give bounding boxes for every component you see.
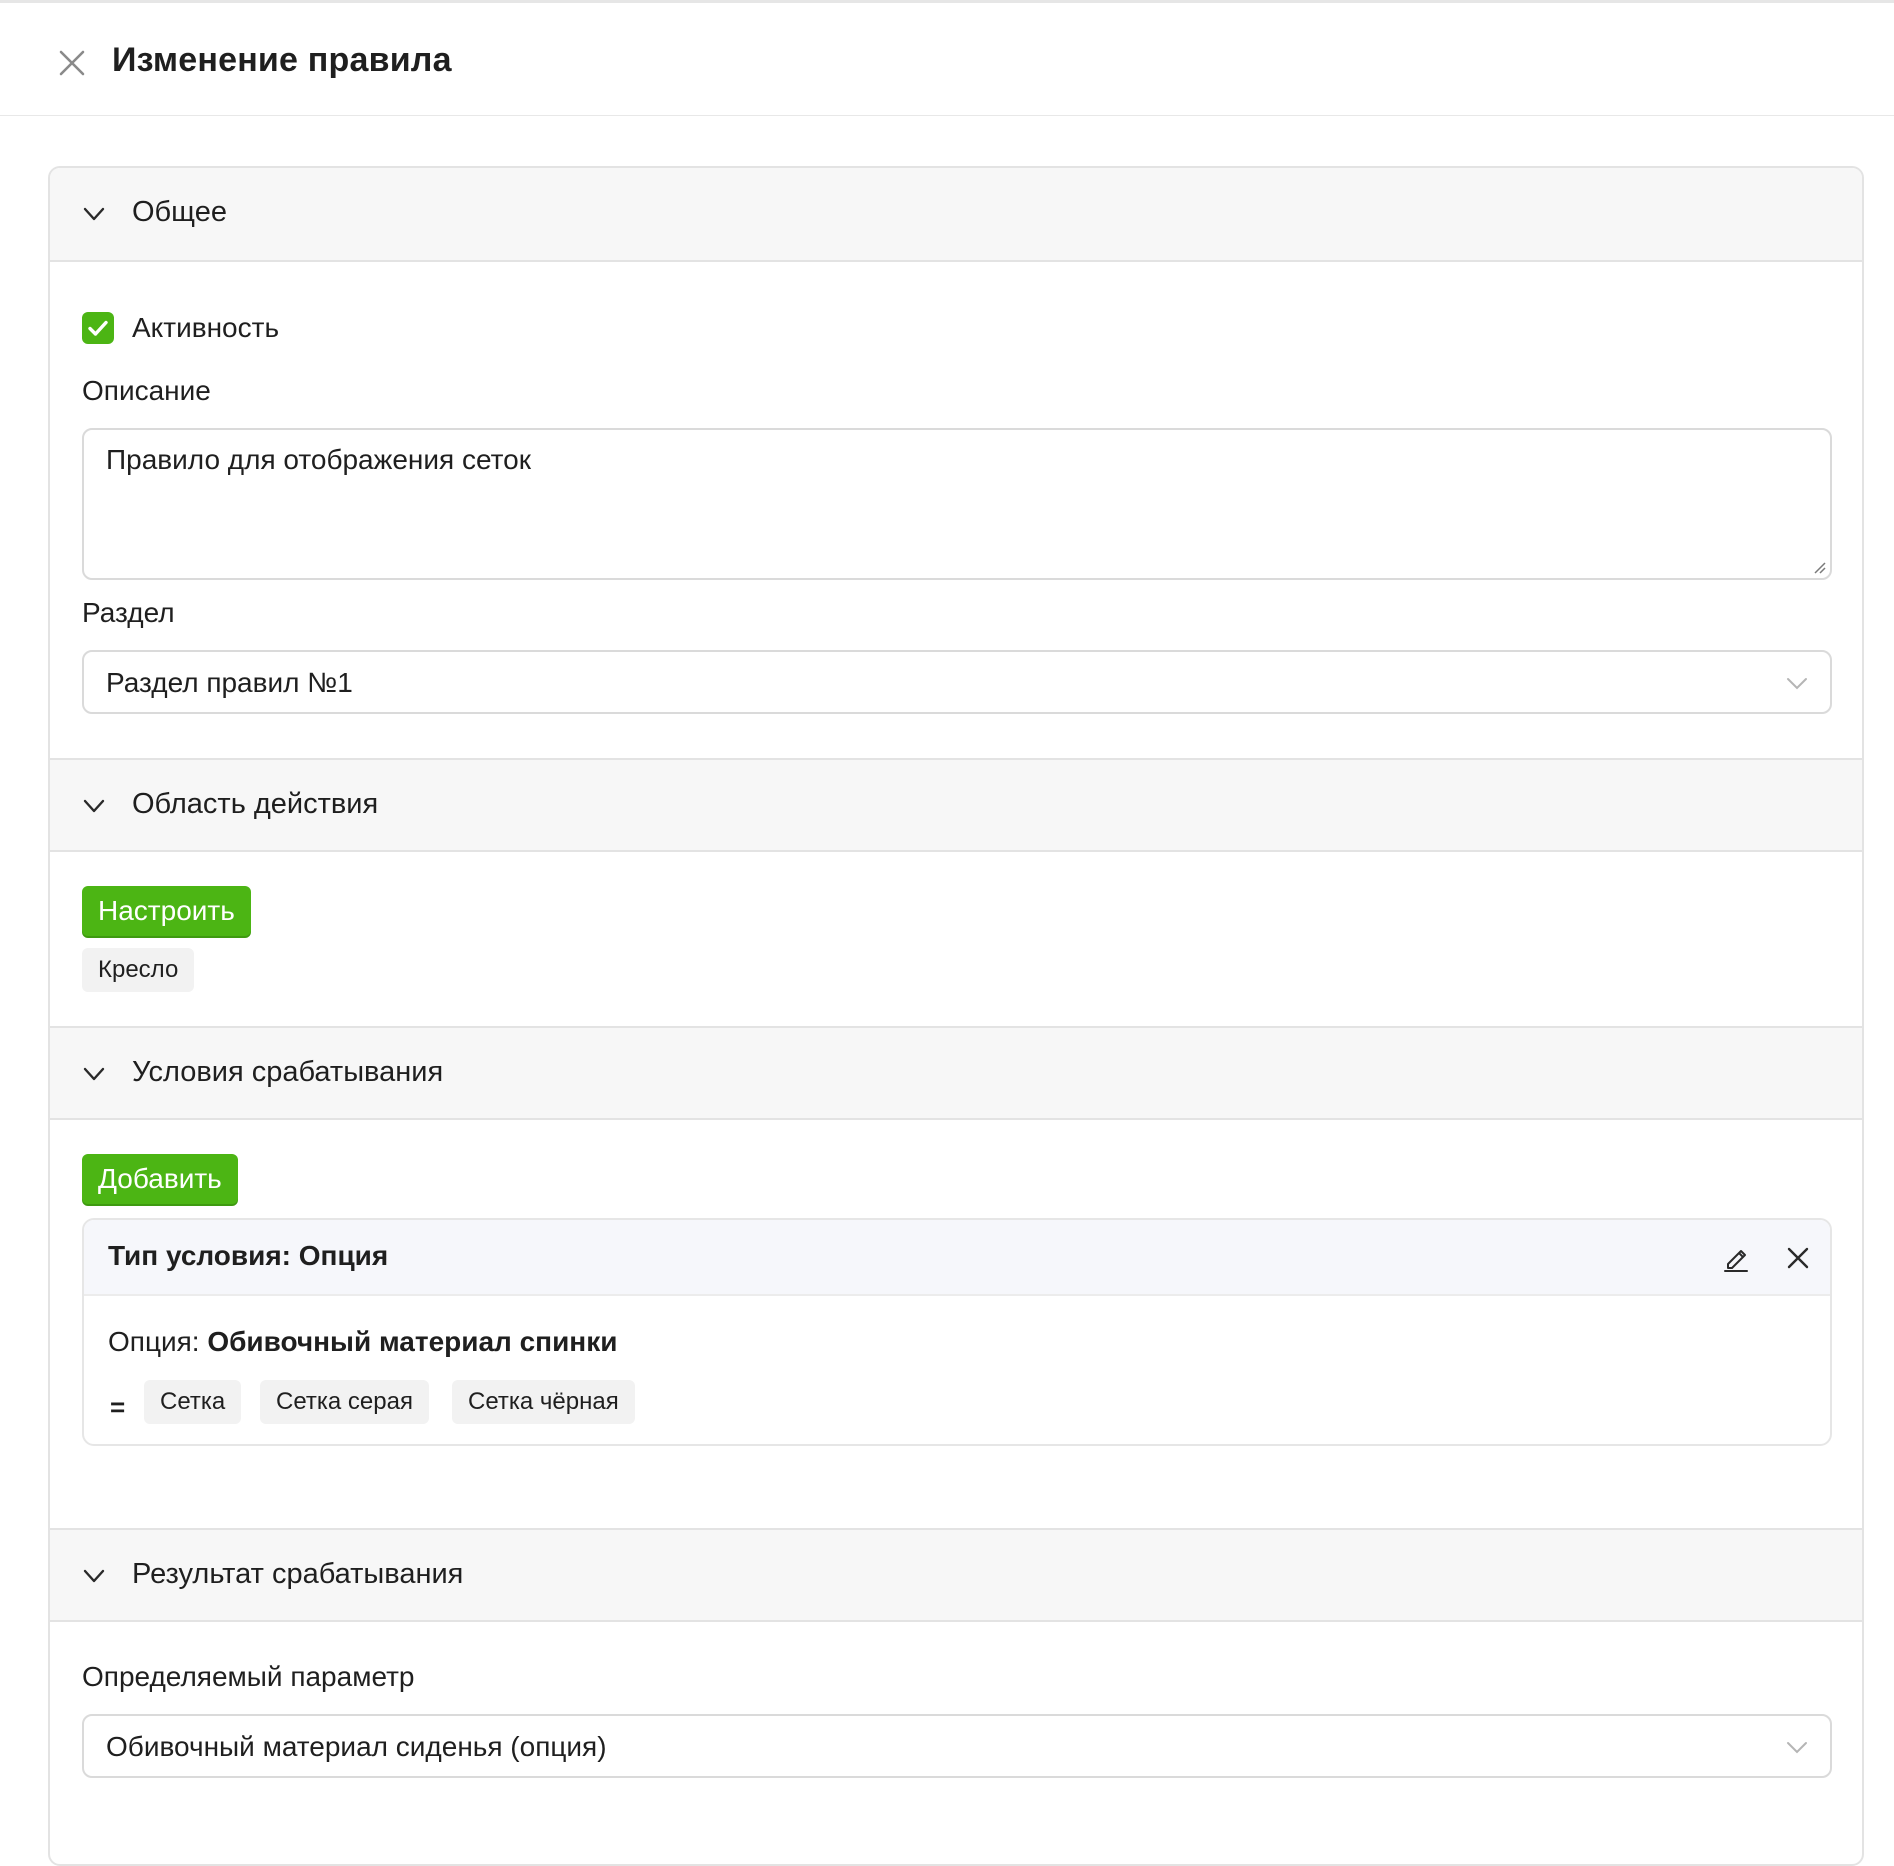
active-checkbox[interactable] [82,312,114,344]
param-select-value: Обивочный материал сиденья (опция) [106,1731,607,1762]
condition-option: Опция: Обивочный материал спинки [108,1326,617,1358]
section-title: Область действия [132,788,379,820]
resize-handle-icon[interactable] [1812,560,1826,574]
description-label: Описание [82,375,211,406]
option-value: Обивочный материал спинки [207,1326,618,1357]
condition-value-tag: Сетка серая [260,1380,429,1424]
rule-form-card: Общее Активность Описание Правило для от… [48,166,1864,1866]
section-select-label: Раздел [82,597,175,628]
condition-value-tag: Сетка [144,1380,242,1424]
description-value: Правило для отображения сеток [106,444,531,475]
section-title: Результат срабатывания [132,1558,464,1590]
condition-header: Тип условия: Опция [84,1220,1830,1296]
condition-value-tag: Сетка чёрная [452,1380,635,1424]
param-select[interactable]: Обивочный материал сиденья (опция) [82,1714,1832,1778]
page-title: Изменение правила [112,41,452,79]
param-label: Определяемый параметр [82,1661,415,1692]
chevron-down-icon [1787,1742,1807,1754]
description-textarea[interactable]: Правило для отображения сеток [82,428,1832,580]
scope-tag: Кресло [82,948,195,992]
chevron-down-icon [83,207,105,221]
chevron-down-icon [1787,678,1807,690]
condition-type-title: Тип условия: Опция [108,1240,389,1271]
chevron-down-icon [83,799,105,813]
section-header-scope[interactable]: Область действия [50,758,1862,852]
configure-button[interactable]: Настроить [82,886,251,936]
chevron-down-icon [83,1067,105,1081]
check-icon [88,320,108,336]
close-icon[interactable] [56,47,88,79]
section-select-value: Раздел правил №1 [106,667,353,698]
operator-equals: = [110,1392,126,1422]
section-header-result[interactable]: Результат срабатывания [50,1528,1862,1622]
section-title: Условия срабатывания [132,1056,444,1088]
edit-icon[interactable] [1720,1242,1752,1274]
section-header-general[interactable]: Общее [50,168,1862,262]
option-label: Опция: [108,1326,200,1357]
chevron-down-icon [83,1569,105,1583]
condition-card: Тип условия: Опция Опция: Обивочный мате… [82,1218,1832,1446]
dialog-header: Изменение правила [0,3,1894,116]
section-select[interactable]: Раздел правил №1 [82,650,1832,714]
section-title: Общее [132,196,227,228]
section-header-conditions[interactable]: Условия срабатывания [50,1026,1862,1120]
active-label[interactable]: Активность [132,312,279,344]
delete-icon[interactable] [1782,1242,1814,1274]
add-condition-button[interactable]: Добавить [82,1154,238,1204]
